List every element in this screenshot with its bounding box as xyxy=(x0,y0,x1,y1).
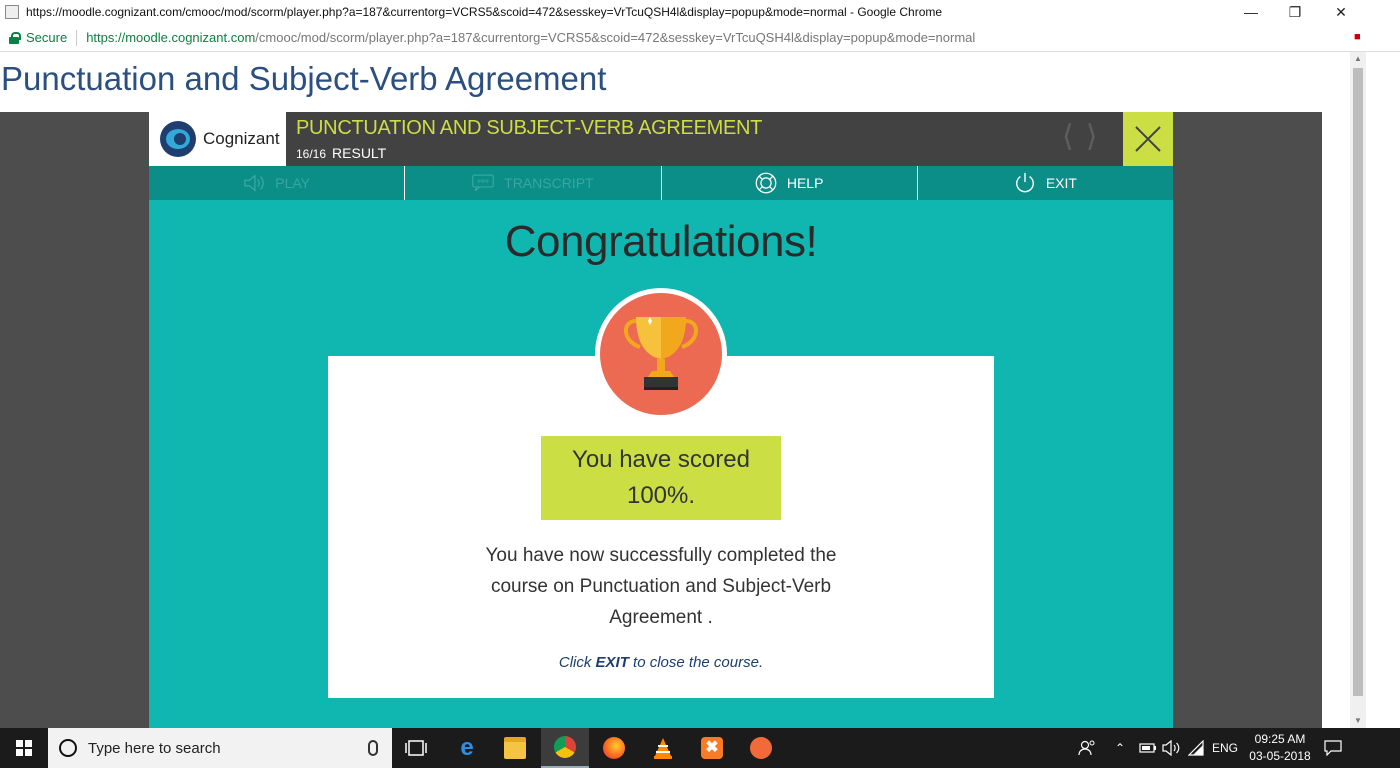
microphone-icon[interactable] xyxy=(368,740,378,756)
scroll-up-icon[interactable]: ▲ xyxy=(1350,52,1366,66)
player-toolbar: PLAY TRANSCRIPT HELP EXIT xyxy=(149,166,1173,200)
address-separator xyxy=(76,29,78,46)
tool-app-icon xyxy=(750,737,772,759)
firefox-icon xyxy=(603,737,625,759)
firefox-taskbar-button[interactable] xyxy=(590,728,638,768)
exit-hint-pre: Click xyxy=(558,654,596,671)
help-label: HELP xyxy=(786,175,824,191)
vlc-icon xyxy=(654,738,672,759)
url-host: https://moodle.cognizant.com xyxy=(86,30,256,45)
folder-icon xyxy=(504,737,526,759)
close-icon xyxy=(1135,126,1161,152)
secure-label: Secure xyxy=(26,30,68,45)
exit-label: EXIT xyxy=(1045,175,1077,191)
url-path: /cmooc/mod/scorm/player.php?a=187&curren… xyxy=(255,30,976,45)
cortana-icon xyxy=(59,739,77,757)
next-arrow-icon[interactable]: ⟩ xyxy=(1086,122,1098,156)
xampp-icon: ✖ xyxy=(701,737,723,759)
battery-icon[interactable] xyxy=(1139,728,1157,768)
start-button[interactable] xyxy=(0,728,48,768)
transcript-button[interactable]: TRANSCRIPT xyxy=(405,166,662,200)
show-hidden-icons-icon[interactable]: ⌃ xyxy=(1115,728,1125,768)
score-line-1: You have scored xyxy=(572,446,750,473)
blocked-popup-icon[interactable]: ■ xyxy=(1354,31,1368,45)
lock-icon xyxy=(9,31,21,44)
file-explorer-button[interactable] xyxy=(491,728,539,768)
slide-navigation: ⟨ ⟩ xyxy=(1062,122,1122,156)
brand-name: Cognizant xyxy=(203,129,280,148)
restore-button[interactable]: ❐ xyxy=(1272,0,1318,24)
cognizant-logo-icon xyxy=(160,121,196,157)
chrome-icon xyxy=(554,736,576,758)
play-label: PLAY xyxy=(275,175,310,191)
scroll-thumb[interactable] xyxy=(1353,68,1363,696)
taskbar-search[interactable]: Type here to search xyxy=(48,728,392,768)
completion-message: You have now successfully completed the … xyxy=(485,545,837,628)
slide-progress: 16/16 xyxy=(296,147,327,161)
minimize-button[interactable]: — xyxy=(1228,0,1274,24)
congratulations-heading: Congratulations! xyxy=(504,217,818,266)
task-view-icon xyxy=(405,740,427,756)
wifi-icon[interactable] xyxy=(1188,728,1204,768)
play-button[interactable]: PLAY xyxy=(149,166,406,200)
taskbar-clock[interactable]: 09:25 AM 03-05-2018 xyxy=(1244,731,1316,765)
app-taskbar-button[interactable] xyxy=(737,728,785,768)
exit-button[interactable]: EXIT xyxy=(918,166,1173,200)
vertical-scrollbar[interactable]: ▲ ▼ xyxy=(1350,52,1366,728)
page-icon xyxy=(5,5,19,19)
vlc-taskbar-button[interactable] xyxy=(639,728,687,768)
search-placeholder: Type here to search xyxy=(88,739,221,757)
scroll-down-icon[interactable]: ▼ xyxy=(1350,714,1366,728)
taskbar: Type here to search e ✖ ⌃ ENG 09:25 AM 0… xyxy=(0,728,1400,768)
power-icon xyxy=(1014,172,1036,194)
slide-section: RESULT xyxy=(332,145,387,161)
player-topbar: Cognizant PUNCTUATION AND SUBJECT-VERB A… xyxy=(149,112,1173,166)
exit-hint: Click EXIT to close the course. xyxy=(461,654,861,671)
transcript-label: TRANSCRIPT xyxy=(504,175,594,191)
cognizant-logo: Cognizant xyxy=(149,112,286,166)
people-icon[interactable] xyxy=(1078,728,1096,768)
help-button[interactable]: HELP xyxy=(662,166,918,200)
edge-taskbar-button[interactable]: e xyxy=(443,728,491,768)
window-titlebar: https://moodle.cognizant.com/cmooc/mod/s… xyxy=(0,0,1400,24)
trophy-icon xyxy=(624,317,698,390)
score-box: You have scored 100%. xyxy=(541,436,781,520)
trophy-badge xyxy=(595,288,727,420)
chrome-taskbar-button[interactable] xyxy=(541,728,589,768)
task-view-button[interactable] xyxy=(392,728,440,768)
clock-date: 03-05-2018 xyxy=(1249,749,1311,763)
score-value: 100%. xyxy=(626,482,696,509)
lifebuoy-icon xyxy=(755,172,777,194)
player-stage: Cognizant PUNCTUATION AND SUBJECT-VERB A… xyxy=(0,112,1322,728)
exit-hint-keyword: EXIT xyxy=(595,654,629,671)
page-title: Punctuation and Subject-Verb Agreement xyxy=(1,60,607,97)
address-bar[interactable]: Secure https://moodle.cognizant.com/cmoo… xyxy=(0,24,1400,52)
notification-icon xyxy=(1324,740,1342,756)
clock-time: 09:25 AM xyxy=(1254,732,1306,746)
url-text[interactable]: https://moodle.cognizant.com/cmooc/mod/s… xyxy=(86,30,975,45)
windows-logo-icon xyxy=(16,740,32,756)
transcript-icon xyxy=(472,172,494,194)
course-player: Cognizant PUNCTUATION AND SUBJECT-VERB A… xyxy=(149,112,1173,728)
close-window-button[interactable]: ✕ xyxy=(1318,0,1364,24)
language-indicator[interactable]: ENG xyxy=(1212,728,1238,768)
trophy-circle xyxy=(600,293,722,415)
exit-hint-post: to close the course. xyxy=(628,654,764,671)
speaker-icon xyxy=(243,172,265,194)
previous-arrow-icon[interactable]: ⟨ xyxy=(1062,122,1074,156)
volume-icon[interactable] xyxy=(1162,728,1180,768)
action-center-button[interactable] xyxy=(1316,728,1350,768)
close-player-button[interactable] xyxy=(1123,112,1173,166)
xampp-taskbar-button[interactable]: ✖ xyxy=(688,728,736,768)
edge-icon: e xyxy=(460,734,474,761)
slide-info: 16/16 RESULT xyxy=(296,145,386,161)
course-title: PUNCTUATION AND SUBJECT-VERB AGREEMENT xyxy=(296,117,763,139)
window-title: https://moodle.cognizant.com/cmooc/mod/s… xyxy=(26,5,943,19)
